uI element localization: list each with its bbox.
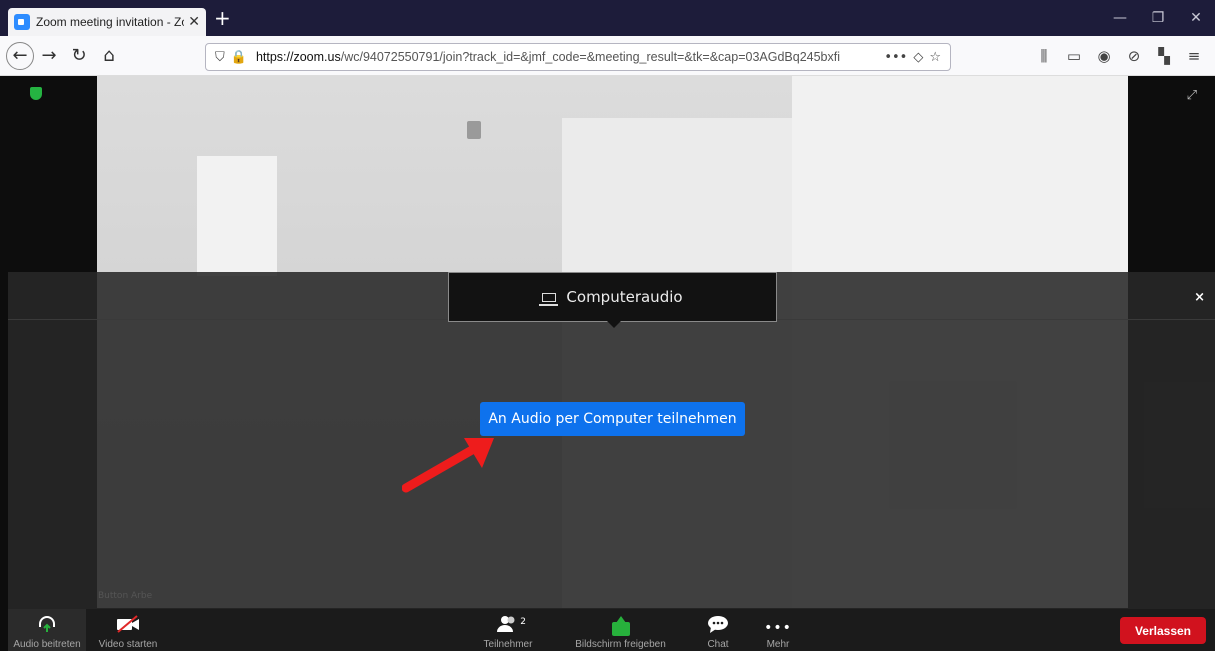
share-screen-label: Bildschirm freigeben xyxy=(575,639,666,650)
join-audio-button[interactable]: Audio beitreten xyxy=(8,609,86,651)
block-icon[interactable]: ⊘ xyxy=(1119,41,1149,71)
close-window-button[interactable]: ✕ xyxy=(1177,0,1215,36)
leave-meeting-button[interactable]: Verlassen xyxy=(1120,617,1206,644)
share-screen-icon xyxy=(611,616,630,636)
join-audio-dialog: Computeraudio × An Audio per Computer te… xyxy=(8,272,1215,610)
more-button[interactable]: ••• Mehr xyxy=(753,609,803,651)
restore-button[interactable]: ❐ xyxy=(1139,0,1177,36)
start-video-button[interactable]: Video starten xyxy=(88,609,168,651)
video-socket xyxy=(467,121,481,139)
laptop-icon xyxy=(539,292,559,306)
address-bar[interactable]: ⛉ 🔒 https://zoom.us/wc/94072550791/join?… xyxy=(205,43,951,71)
share-screen-button[interactable]: Bildschirm freigeben xyxy=(563,609,678,651)
minimize-button[interactable]: — xyxy=(1101,0,1139,36)
headphones-icon xyxy=(37,615,57,639)
url-text[interactable]: https://zoom.us/wc/94072550791/join?trac… xyxy=(256,50,881,64)
more-label: Mehr xyxy=(766,639,790,650)
video-off-icon xyxy=(115,615,141,639)
bookmark-star-icon[interactable]: ☆ xyxy=(929,50,941,65)
menu-icon[interactable]: ≡ xyxy=(1179,41,1209,71)
tab-title: Zoom meeting invitation - Zoo xyxy=(36,15,185,29)
account-icon[interactable]: ◉ xyxy=(1089,41,1119,71)
toolbar-right: ⫼ ▭ ◉ ⊘ ▚ ≡ xyxy=(1029,41,1209,71)
encryption-shield-icon[interactable] xyxy=(30,87,42,100)
red-arrow-annotation xyxy=(402,438,494,493)
faded-label: Button Arbe xyxy=(98,591,153,601)
lock-icon[interactable]: 🔒 xyxy=(231,50,247,65)
pocket-icon[interactable]: ◇ xyxy=(913,50,923,65)
chat-icon xyxy=(707,615,729,639)
browser-tab[interactable]: Zoom meeting invitation - Zoo ✕ xyxy=(8,8,206,36)
reload-button[interactable]: ↻ xyxy=(64,41,94,71)
forward-button[interactable]: → xyxy=(34,41,64,71)
tab-caret xyxy=(607,321,621,328)
participants-button[interactable]: 2 Teilnehmer xyxy=(468,609,548,651)
chat-label: Chat xyxy=(707,639,729,650)
home-button[interactable]: ⌂ xyxy=(94,41,124,71)
browser-tab-bar: Zoom meeting invitation - Zoo ✕ + — ❐ ✕ xyxy=(0,0,1215,36)
video-box xyxy=(197,156,277,276)
page-actions-icon[interactable]: ••• xyxy=(884,50,907,65)
meeting-toolbar: Audio beitreten Video starten 2 Teilnehm… xyxy=(8,609,1215,651)
join-audio-label: Audio beitreten xyxy=(13,639,81,650)
participants-label: Teilnehmer xyxy=(483,639,533,650)
library-icon[interactable]: ⫼ xyxy=(1029,41,1059,71)
more-icon: ••• xyxy=(764,620,792,636)
close-dialog-button[interactable]: × xyxy=(1194,290,1205,305)
browser-nav-bar: ← → ↻ ⌂ ⛉ 🔒 https://zoom.us/wc/940725507… xyxy=(0,36,1215,76)
url-host: https://zoom.us xyxy=(255,50,341,64)
zoom-favicon-icon xyxy=(14,14,30,30)
tracking-shield-icon[interactable]: ⛉ xyxy=(215,50,225,65)
chat-button[interactable]: Chat xyxy=(688,609,748,651)
join-computer-audio-button[interactable]: An Audio per Computer teilnehmen xyxy=(480,402,745,436)
extension-icon[interactable]: ▚ xyxy=(1149,41,1179,71)
computer-audio-label: Computeraudio xyxy=(566,288,683,306)
meeting-area: ⤢ Computeraudio × An Audio per Computer … xyxy=(0,76,1215,651)
tab-computer-audio[interactable]: Computeraudio xyxy=(448,272,777,328)
participants-icon: 2 xyxy=(496,615,526,639)
new-tab-button[interactable]: + xyxy=(214,6,231,30)
window-controls: — ❐ ✕ xyxy=(1101,0,1215,36)
start-video-label: Video starten xyxy=(98,639,158,650)
sidebar-icon[interactable]: ▭ xyxy=(1059,41,1089,71)
back-button[interactable]: ← xyxy=(6,41,34,70)
url-path: /wc/94072550791/join?track_id=&jmf_code=… xyxy=(340,50,841,64)
fullscreen-icon[interactable]: ⤢ xyxy=(1187,88,1197,103)
tab-close-icon[interactable]: ✕ xyxy=(188,14,200,30)
participants-count: 2 xyxy=(520,617,526,627)
